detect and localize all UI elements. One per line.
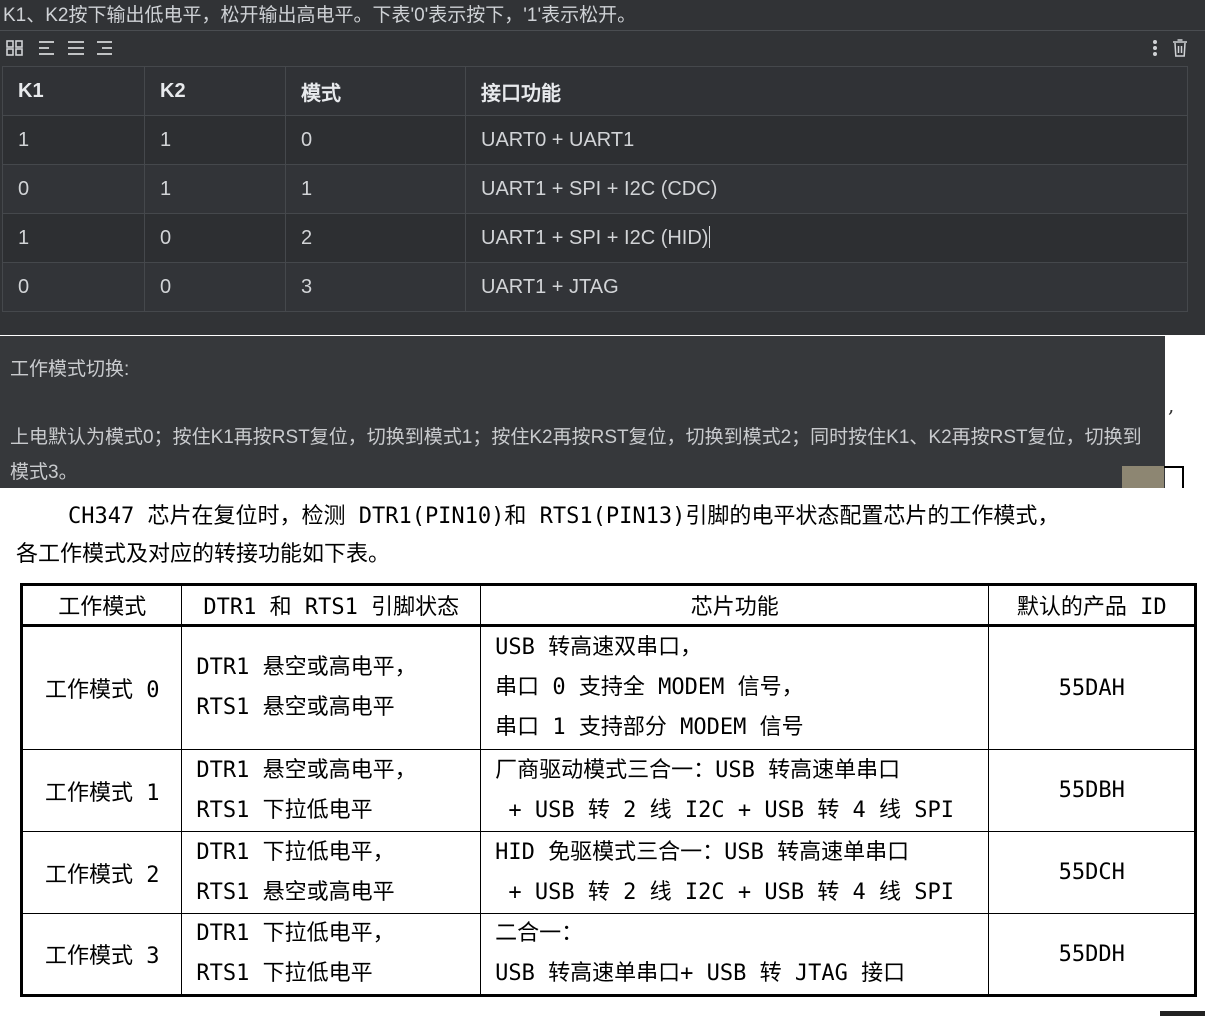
table-cell[interactable]: 1 [2, 213, 145, 263]
function-line: 厂商驱动模式三合一：USB 转高速单串口 [495, 757, 901, 783]
function-cell: USB 转高速双串口， 串口 0 支持全 MODEM 信号， 串口 1 支持部分… [480, 625, 990, 750]
table-cell[interactable]: 0 [2, 262, 145, 312]
cell-text: UART1 + SPI + I2C (HID) [481, 227, 709, 249]
table-cell[interactable]: 0 [144, 213, 286, 263]
header-cell: 默认的产品 ID [988, 584, 1196, 627]
table-row: 1 0 2 UART1 + SPI + I2C (HID) [2, 213, 1188, 263]
function-line: USB 转高速单串口+ USB 转 JTAG 接口 [495, 961, 906, 986]
trash-icon[interactable] [1170, 38, 1190, 58]
paragraph-line: 各工作模式及对应的转接功能如下表。 [16, 542, 391, 567]
grid-icon[interactable] [5, 38, 25, 58]
function-line: 串口 1 支持部分 MODEM 信号 [495, 715, 804, 740]
table-cell[interactable]: 3 [285, 262, 466, 312]
table-cell[interactable]: UART0 + UART1 [465, 115, 1188, 165]
function-line: 二合一： [495, 921, 584, 946]
function-line: USB 转高速双串口， [495, 635, 703, 660]
image-frame-corner [1164, 466, 1184, 488]
header-cell: 芯片功能 [480, 584, 990, 627]
table-header-row: 工作模式 DTR1 和 RTS1 引脚状态 芯片功能 默认的产品 ID [20, 584, 1196, 627]
table-row: 工作模式 1 DTR1 悬空或高电平， RTS1 下拉低电平 厂商驱动模式三合一… [20, 749, 1196, 832]
paragraph-line: CH347 芯片在复位时，检测 DTR1(PIN10)和 RTS1(PIN13)… [68, 504, 1060, 529]
pins-line: DTR1 悬空或高电平， [196, 757, 417, 783]
table-cell[interactable]: 0 [285, 115, 466, 165]
product-id-cell: 55DCH [988, 831, 1196, 914]
table-row: 工作模式 0 DTR1 悬空或高电平， RTS1 悬空或高电平 USB 转高速双… [20, 625, 1196, 750]
pins-cell: DTR1 悬空或高电平， RTS1 悬空或高电平 [181, 625, 482, 750]
header-cell[interactable]: 模式 [285, 66, 466, 116]
edge-strip [1160, 1011, 1205, 1016]
pins-cell: DTR1 下拉低电平， RTS1 下拉低电平 [181, 913, 482, 996]
pins-cell: DTR1 下拉低电平， RTS1 悬空或高电平 [181, 831, 482, 914]
align-left-icon[interactable] [37, 38, 57, 58]
mode-cell: 工作模式 1 [20, 749, 183, 832]
product-id-cell: 55DAH [988, 625, 1196, 750]
editor-dark-panel: K1、K2按下输出低电平，松开输出高电平。下表'0'表示按下，'1'表示松开。 … [0, 0, 1205, 335]
function-line: + USB 转 2 线 I2C + USB 转 4 线 SPI [495, 879, 955, 905]
mode-switch-title: 工作模式切换: [10, 359, 130, 380]
mode-switch-note: 工作模式切换: 上电默认为模式0；按住K1再按RST复位，切换到模式1；按住K2… [0, 336, 1165, 488]
function-cell: 二合一： USB 转高速单串口+ USB 转 JTAG 接口 [480, 913, 990, 996]
product-id-cell: 55DDH [988, 913, 1196, 996]
align-center-icon[interactable] [66, 38, 86, 58]
pins-line: DTR1 下拉低电平， [196, 839, 395, 865]
table-cell[interactable]: 1 [285, 164, 466, 214]
pins-line: RTS1 悬空或高电平 [196, 695, 395, 720]
table-cell[interactable]: 0 [2, 164, 145, 214]
datasheet-excerpt: CH347 芯片在复位时，检测 DTR1(PIN10)和 RTS1(PIN13)… [0, 488, 1205, 1016]
more-vertical-icon[interactable] [1145, 38, 1165, 58]
pins-line: RTS1 下拉低电平 [196, 797, 373, 823]
function-cell: 厂商驱动模式三合一：USB 转高速单串口 + USB 转 2 线 I2C + U… [480, 749, 990, 832]
table-cell-active[interactable]: UART1 + SPI + I2C (HID) [465, 213, 1188, 263]
align-right-icon[interactable] [95, 38, 115, 58]
product-id-cell: 55DBH [988, 749, 1196, 832]
text-cursor [709, 226, 711, 248]
function-line: 串口 0 支持全 MODEM 信号， [495, 675, 804, 700]
pins-cell: DTR1 悬空或高电平， RTS1 下拉低电平 [181, 749, 482, 832]
header-cell: DTR1 和 RTS1 引脚状态 [181, 584, 482, 627]
image-thumbnail [1122, 466, 1164, 490]
intro-text: K1、K2按下输出低电平，松开输出高电平。下表'0'表示按下，'1'表示松开。 [3, 5, 637, 26]
table-cell[interactable]: 1 [2, 115, 145, 165]
table-cell[interactable]: 2 [285, 213, 466, 263]
pins-line: DTR1 下拉低电平， [196, 921, 395, 946]
table-cell[interactable]: 0 [144, 262, 286, 312]
header-cell[interactable]: K1 [2, 66, 145, 116]
table-header-row: K1 K2 模式 接口功能 [2, 66, 1188, 116]
pins-line: RTS1 悬空或高电平 [196, 879, 395, 905]
function-line: HID 免驱模式三合一：USB 转高速单串口 [495, 839, 910, 865]
table-row: 工作模式 2 DTR1 下拉低电平， RTS1 悬空或高电平 HID 免驱模式三… [20, 831, 1196, 914]
table-row: 0 0 3 UART1 + JTAG [2, 262, 1188, 312]
table-row: 1 1 0 UART0 + UART1 [2, 115, 1188, 165]
table-cell[interactable]: UART1 + SPI + I2C (CDC) [465, 164, 1188, 214]
function-cell: HID 免驱模式三合一：USB 转高速单串口 + USB 转 2 线 I2C +… [480, 831, 990, 914]
function-line: + USB 转 2 线 I2C + USB 转 4 线 SPI [495, 797, 955, 823]
datasheet-paragraph: CH347 芯片在复位时，检测 DTR1(PIN10)和 RTS1(PIN13)… [16, 498, 1201, 574]
mode-cell: 工作模式 2 [20, 831, 183, 914]
key-mode-table: K1 K2 模式 接口功能 1 1 0 UART0 + UART1 0 1 1 … [2, 66, 1188, 312]
divider [0, 30, 1205, 31]
work-mode-table: 工作模式 DTR1 和 RTS1 引脚状态 芯片功能 默认的产品 ID 工作模式… [20, 583, 1197, 997]
header-cell[interactable]: K2 [144, 66, 286, 116]
header-cell: 工作模式 [20, 584, 183, 627]
mode-cell: 工作模式 3 [20, 913, 183, 996]
table-cell[interactable]: 1 [144, 164, 286, 214]
stray-comma: , [1168, 393, 1175, 417]
mode-switch-description: 上电默认为模式0；按住K1再按RST复位，切换到模式1；按住K2再按RST复位，… [10, 427, 1142, 483]
table-cell[interactable]: 1 [144, 115, 286, 165]
table-cell[interactable]: UART1 + JTAG [465, 262, 1188, 312]
pins-line: RTS1 下拉低电平 [196, 961, 373, 986]
table-row: 0 1 1 UART1 + SPI + I2C (CDC) [2, 164, 1188, 214]
table-row: 工作模式 3 DTR1 下拉低电平， RTS1 下拉低电平 二合一： USB 转… [20, 913, 1196, 996]
mode-cell: 工作模式 0 [20, 625, 183, 750]
table-toolbar [0, 35, 1205, 63]
pins-line: DTR1 悬空或高电平， [196, 655, 417, 680]
header-cell[interactable]: 接口功能 [465, 66, 1188, 116]
